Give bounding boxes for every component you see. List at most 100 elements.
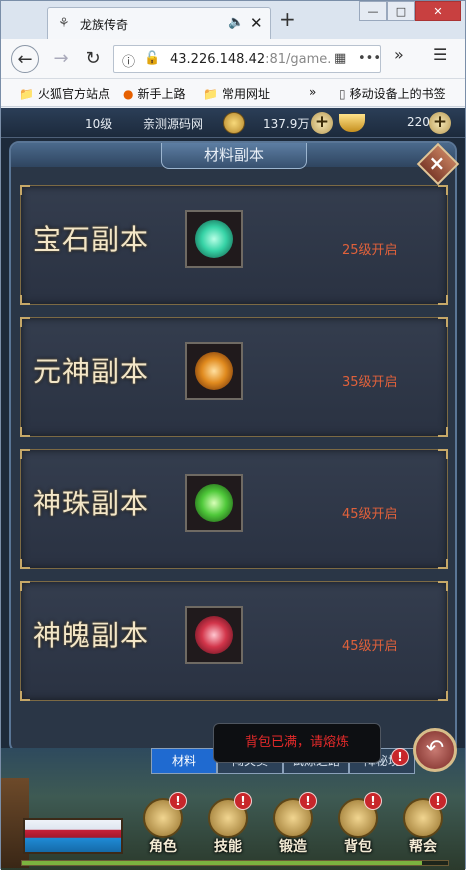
navigation-bar: ← → ↻ ⓘ 🔓 43.226.148.42:81/game. ▦ ••• »… (1, 39, 465, 79)
menu-bag-button[interactable]: ! 背包 (332, 792, 384, 858)
bookmark-item[interactable]: ▯ 移动设备上的书签 (339, 85, 446, 102)
player-level: 10级 (85, 117, 113, 131)
unlock-requirement: 35级开启 (342, 375, 398, 390)
unlock-requirement: 45级开启 (342, 507, 398, 522)
menu-skills-button[interactable]: ! 技能 (202, 792, 254, 858)
tab-title: 龙族传奇 (80, 18, 129, 32)
forward-button[interactable]: → (47, 45, 75, 73)
card-corner-ornament (438, 449, 448, 459)
card-corner-ornament (20, 317, 30, 327)
menu-guild-button[interactable]: ! 帮会 (397, 792, 449, 858)
gem-crystal-icon (185, 210, 243, 268)
card-corner-ornament (438, 317, 448, 327)
menu-forge-button[interactable]: ! 锻造 (267, 792, 319, 858)
ingot-icon (339, 114, 365, 132)
spirit-orb-icon (185, 342, 243, 400)
green-pearl-icon (185, 474, 243, 532)
maximize-button[interactable]: □ (387, 1, 415, 21)
folder-icon: 📁 (19, 87, 34, 101)
card-corner-ornament (20, 691, 30, 701)
card-corner-ornament (20, 185, 30, 195)
bookmark-item[interactable]: ● 新手上路 (123, 85, 186, 102)
dungeon-card-spirit[interactable]: 元神副本 35级开启 (20, 317, 448, 437)
panel-title: 材料副本 (161, 143, 307, 169)
dungeon-card-pearl[interactable]: 神珠副本 45级开启 (20, 449, 448, 569)
gold-coin-icon (223, 112, 245, 134)
alert-badge: ! (391, 748, 409, 766)
notification-badge: ! (429, 792, 447, 810)
new-tab-button[interactable]: + (279, 9, 296, 29)
unlock-requirement: 25级开启 (342, 243, 398, 258)
address-bar[interactable]: ⓘ 🔓 43.226.148.42:81/game. ▦ ••• (113, 45, 381, 73)
dungeon-name: 宝石副本 (33, 223, 150, 256)
mobile-icon: ▯ (339, 87, 346, 101)
card-corner-ornament (20, 581, 30, 591)
card-corner-ornament (20, 449, 30, 459)
window-close-button[interactable]: ✕ (415, 1, 461, 21)
speaker-icon[interactable]: 🔈 (228, 15, 244, 30)
bookmarks-overflow-icon[interactable]: » (309, 85, 316, 99)
dungeon-name: 神魄副本 (33, 619, 150, 652)
menu-label: 背包 (344, 839, 372, 855)
add-gold-button[interactable]: + (311, 112, 333, 134)
experience-bar (21, 860, 449, 866)
bookmark-item[interactable]: 📁 常用网址 (203, 85, 270, 102)
dungeon-name: 神珠副本 (33, 487, 150, 520)
card-corner-ornament (438, 559, 448, 569)
browser-tab[interactable]: ⚘ 龙族传奇 🔈 ✕ (47, 7, 271, 39)
card-corner-ornament (438, 295, 448, 305)
top-hud: 10级 亲测源码网 137.9万 + 220 + (1, 108, 465, 138)
ingot-amount: 220 (407, 115, 430, 129)
tab-favicon-icon: ⚘ (58, 16, 70, 31)
tab-material[interactable]: 材料 (151, 748, 217, 774)
info-icon[interactable]: ⓘ (122, 51, 135, 70)
menu-label: 锻造 (279, 839, 307, 855)
insecure-lock-icon[interactable]: 🔓 (144, 51, 160, 66)
card-corner-ornament (20, 559, 30, 569)
server-name: 亲测源码网 (143, 117, 204, 131)
card-corner-ornament (20, 427, 30, 437)
card-corner-ornament (438, 691, 448, 701)
dungeon-card-gem[interactable]: 宝石副本 25级开启 (20, 185, 448, 305)
notification-badge: ! (169, 792, 187, 810)
firefox-icon: ● (123, 87, 134, 101)
dungeon-name: 元神副本 (33, 355, 150, 388)
experience-fill (22, 861, 423, 865)
browser-window: ⚘ 龙族传奇 🔈 ✕ + — □ ✕ ← → ↻ ⓘ 🔓 43.226.148.… (0, 0, 466, 870)
notification-badge: ! (364, 792, 382, 810)
red-soul-orb-icon (185, 606, 243, 664)
game-area: 10级 亲测源码网 137.9万 + 220 + 材料副本 × 宝石副本 25级… (1, 108, 465, 870)
card-corner-ornament (20, 295, 30, 305)
notification-badge: ! (299, 792, 317, 810)
menu-character-button[interactable]: ! 角色 (137, 792, 189, 858)
title-bar: ⚘ 龙族传奇 🔈 ✕ + — □ ✕ (1, 1, 465, 39)
material-dungeon-panel: 材料副本 × 宝石副本 25级开启 元神副本 35级开启 神珠副本 45级开启 … (9, 141, 460, 753)
menu-label: 帮会 (409, 839, 437, 855)
folder-icon: 📁 (203, 87, 218, 101)
return-button[interactable]: ↶ (413, 728, 457, 772)
page-actions-icon[interactable]: ••• (358, 51, 381, 66)
hamburger-menu-icon[interactable]: ☰ (433, 45, 447, 64)
tab-close-icon[interactable]: ✕ (250, 14, 263, 32)
close-icon: × (428, 150, 446, 175)
back-button[interactable]: ← (11, 45, 39, 73)
minimize-button[interactable]: — (359, 1, 387, 21)
gold-amount: 137.9万 (263, 117, 310, 131)
url-text[interactable]: 43.226.148.42:81/game. (170, 52, 330, 67)
bag-full-toast: 背包已满，请熔炼 (213, 723, 381, 763)
overflow-chevron-icon[interactable]: » (394, 45, 404, 64)
add-ingot-button[interactable]: + (429, 112, 451, 134)
notification-badge: ! (234, 792, 252, 810)
bookmark-item[interactable]: 📁 火狐官方站点 (19, 85, 110, 102)
reload-button[interactable]: ↻ (79, 45, 107, 73)
hp-mp-bars (23, 818, 123, 854)
menu-label: 技能 (214, 839, 242, 855)
card-corner-ornament (438, 581, 448, 591)
menu-label: 角色 (149, 839, 177, 855)
bookmarks-toolbar: 📁 火狐官方站点 ● 新手上路 📁 常用网址 » ▯ 移动设备上的书签 (1, 79, 465, 107)
qr-code-icon[interactable]: ▦ (334, 51, 346, 66)
card-corner-ornament (438, 185, 448, 195)
card-corner-ornament (438, 427, 448, 437)
unlock-requirement: 45级开启 (342, 639, 398, 654)
dungeon-card-soul[interactable]: 神魄副本 45级开启 (20, 581, 448, 701)
